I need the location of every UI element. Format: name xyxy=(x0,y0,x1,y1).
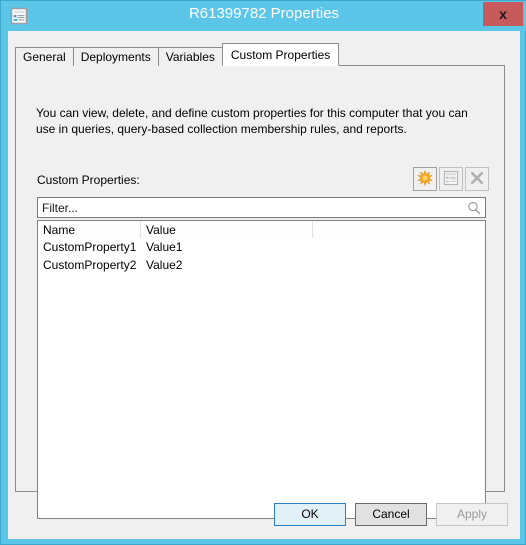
tab-general-label: General xyxy=(23,50,66,64)
apply-button[interactable]: Apply xyxy=(436,503,508,526)
properties-toolbar xyxy=(413,167,491,191)
tab-strip: General Deployments Variables Custom Pro… xyxy=(15,43,340,66)
tab-custom-properties-label: Custom Properties xyxy=(230,47,331,62)
table-row[interactable]: CustomProperty1 Value1 xyxy=(38,238,485,256)
delete-property-button[interactable] xyxy=(465,167,489,191)
column-header-name[interactable]: Name xyxy=(38,221,141,238)
list-header-row: Name Value xyxy=(38,221,485,238)
column-header-value[interactable]: Value xyxy=(141,221,313,238)
tab-deployments[interactable]: Deployments xyxy=(72,47,159,66)
close-icon: x xyxy=(499,6,507,22)
ok-button[interactable]: OK xyxy=(274,503,346,526)
tab-general[interactable]: General xyxy=(15,47,74,66)
cell-name: CustomProperty1 xyxy=(43,240,137,254)
properties-document-icon xyxy=(443,170,459,189)
cell-value: Value1 xyxy=(146,240,183,254)
properties-dialog-window: R61399782 Properties x General Deploymen… xyxy=(0,0,526,545)
window-title: R61399782 Properties xyxy=(188,5,340,22)
dialog-button-row: OK Cancel Apply xyxy=(8,497,520,539)
filter-box[interactable] xyxy=(37,197,486,218)
new-property-button[interactable] xyxy=(413,167,437,191)
tab-custom-properties[interactable]: Custom Properties xyxy=(221,43,340,66)
search-icon[interactable] xyxy=(467,201,481,215)
filter-input[interactable] xyxy=(42,201,452,215)
cell-value: Value2 xyxy=(146,258,183,272)
column-header-filler xyxy=(313,221,485,238)
cell-name: CustomProperty2 xyxy=(43,258,137,272)
title-bar: R61399782 Properties x xyxy=(1,1,526,31)
panel-description: You can view, delete, and define custom … xyxy=(36,106,468,136)
tab-variables[interactable]: Variables xyxy=(157,47,223,66)
custom-properties-label: Custom Properties: xyxy=(37,173,140,187)
cancel-button[interactable]: Cancel xyxy=(355,503,427,526)
edit-property-button[interactable] xyxy=(439,167,463,191)
x-delete-icon xyxy=(469,170,485,189)
dialog-client-area: General Deployments Variables Custom Pro… xyxy=(8,31,520,539)
starburst-new-icon xyxy=(417,169,433,189)
custom-properties-panel: You can view, delete, and define custom … xyxy=(15,65,505,519)
tab-variables-label: Variables xyxy=(165,50,215,64)
table-row[interactable]: CustomProperty2 Value2 xyxy=(38,256,485,274)
close-button[interactable]: x xyxy=(483,2,523,26)
tab-deployments-label: Deployments xyxy=(80,50,151,64)
custom-properties-list[interactable]: Name Value CustomProperty1 Value1 Custom… xyxy=(37,220,486,519)
